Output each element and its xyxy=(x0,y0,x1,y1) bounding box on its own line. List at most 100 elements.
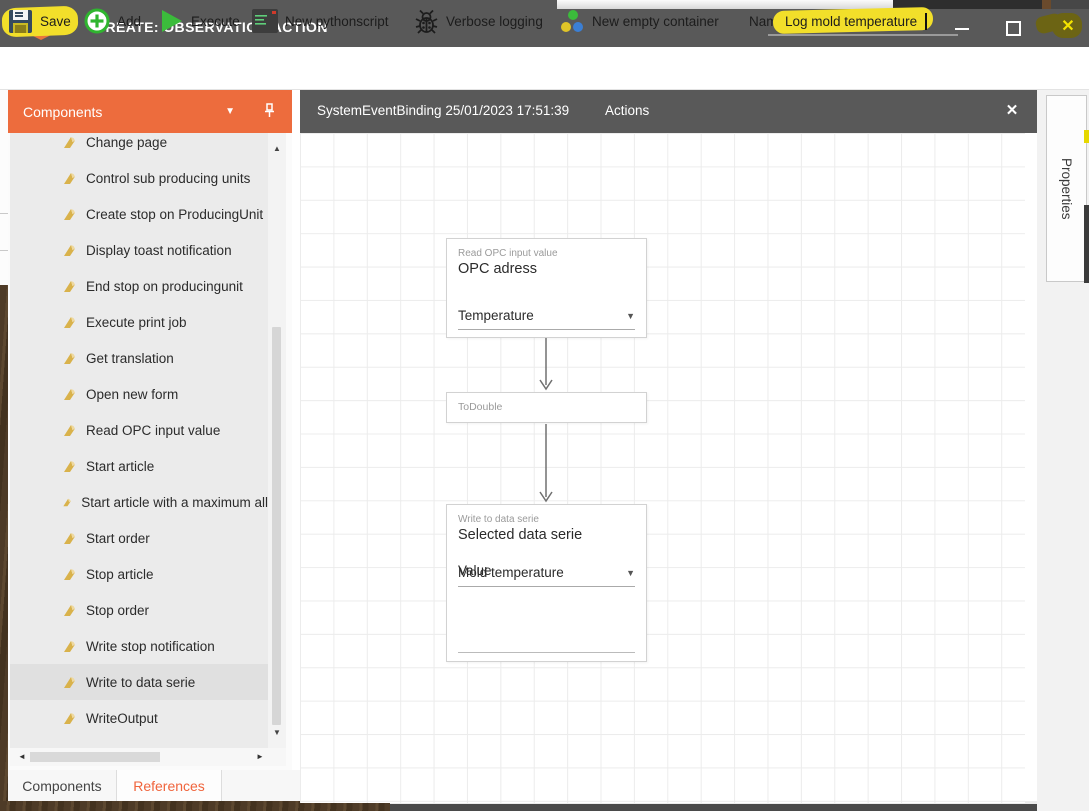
right-edge-artifact xyxy=(1084,205,1089,283)
left-edge-underlying-window xyxy=(0,90,8,285)
new-empty-container-label: New empty container xyxy=(592,14,719,29)
vertical-scrollbar[interactable]: ▲ ▼ xyxy=(268,133,286,748)
sidebar-item[interactable]: Display toast notification xyxy=(10,232,268,268)
brush-icon xyxy=(62,207,77,222)
brush-icon xyxy=(62,423,77,438)
save-icon xyxy=(8,9,33,34)
sidebar-item[interactable]: Start order xyxy=(10,520,268,556)
properties-tab-label: Properties xyxy=(1059,158,1074,220)
sidebar-item[interactable]: Open new form xyxy=(10,376,268,412)
sidebar-item[interactable]: Get translation xyxy=(10,340,268,376)
sidebar-item-label: Start order xyxy=(86,531,150,546)
maximize-button[interactable] xyxy=(1006,21,1021,36)
top-edge-window2 xyxy=(1051,0,1089,9)
brush-icon xyxy=(62,171,77,186)
node-select[interactable]: Temperature ▼ xyxy=(458,308,635,330)
sidebar-item[interactable]: Create stop on ProducingUnit xyxy=(10,196,268,232)
sidebar-item-label: Start article xyxy=(86,459,154,474)
sidebar-item[interactable]: WriteOutput xyxy=(10,700,268,736)
sidebar-item-label: End stop on producingunit xyxy=(86,279,243,294)
scroll-down-icon[interactable]: ▼ xyxy=(268,725,286,741)
brush-icon xyxy=(62,387,77,402)
sidebar-item-label: Stop order xyxy=(86,603,149,618)
brush-icon xyxy=(62,495,72,510)
save-button[interactable]: Save xyxy=(8,0,71,42)
flow-canvas[interactable]: Read OPC input value OPC adress Temperat… xyxy=(300,133,1025,803)
brush-icon xyxy=(62,639,77,654)
sidebar-item[interactable]: Read OPC input value xyxy=(10,412,268,448)
horizontal-scrollbar[interactable]: ◄ ► xyxy=(10,748,286,766)
sidebar-item[interactable]: Control sub producing units xyxy=(10,160,268,196)
node-select[interactable]: Mold temperature ▼ xyxy=(458,565,635,587)
minimize-button[interactable] xyxy=(955,28,969,30)
close-tab-icon[interactable]: ✕ xyxy=(1002,101,1022,121)
brush-icon xyxy=(62,675,77,690)
left-edge-divider xyxy=(0,213,8,214)
vertical-scrollbar-thumb[interactable] xyxy=(272,327,281,725)
horizontal-scrollbar-thumb[interactable] xyxy=(30,752,160,762)
close-button[interactable]: ✕ xyxy=(1058,17,1078,37)
brush-icon xyxy=(62,351,77,366)
terminal-icon xyxy=(252,9,278,33)
taskbar-edge xyxy=(390,804,1089,811)
desktop-background xyxy=(0,285,8,811)
name-input-value: Log mold temperature xyxy=(785,14,917,29)
scroll-left-icon[interactable]: ◄ xyxy=(14,748,30,766)
tab-properties[interactable]: Properties xyxy=(1046,95,1087,282)
scroll-right-icon[interactable]: ► xyxy=(252,748,268,766)
sidebar-item[interactable]: Stop order xyxy=(10,592,268,628)
verbose-logging-button[interactable]: Verbose logging xyxy=(414,0,543,42)
sidebar-item[interactable]: End stop on producingunit xyxy=(10,268,268,304)
tab-actions[interactable]: Actions xyxy=(605,103,649,118)
new-pythonscript-button[interactable]: New pythonscript xyxy=(252,0,389,42)
node-caption: ToDouble xyxy=(458,401,646,413)
node-caption: Read OPC input value xyxy=(458,248,646,259)
pin-icon[interactable] xyxy=(263,103,276,121)
editor-tab-bar: SystemEventBinding 25/01/2023 17:51:39 A… xyxy=(300,90,1037,133)
container-dots-icon xyxy=(558,8,585,34)
value-input[interactable] xyxy=(458,632,635,653)
brush-icon xyxy=(62,279,77,294)
play-icon xyxy=(158,8,184,34)
node-todouble[interactable]: ToDouble xyxy=(446,392,647,423)
brush-icon xyxy=(62,711,77,726)
add-button[interactable]: Add xyxy=(84,0,141,42)
sidebar-item[interactable]: Write stop notification xyxy=(10,628,268,664)
sidebar-item[interactable]: Change page xyxy=(10,133,268,160)
brush-icon xyxy=(62,531,77,546)
chevron-down-icon: ▼ xyxy=(626,311,635,321)
execute-button[interactable]: Execute xyxy=(158,0,240,42)
sidebar-item-label: Get translation xyxy=(86,351,174,366)
sidebar-item-label: Change page xyxy=(86,135,167,150)
left-edge-divider xyxy=(0,250,8,251)
brush-icon xyxy=(62,243,77,258)
components-panel-header[interactable]: Components ▼ xyxy=(8,90,292,133)
scroll-up-icon[interactable]: ▲ xyxy=(268,141,286,157)
top-edge-desktop xyxy=(1042,0,1051,9)
chevron-down-icon[interactable]: ▼ xyxy=(225,106,235,117)
sidebar-item-label: Stop article xyxy=(86,567,154,582)
panel-bottom-tabs: Components References xyxy=(8,770,300,801)
add-label: Add xyxy=(117,14,141,29)
name-input[interactable]: Log mold temperature xyxy=(785,0,927,42)
tab-systemeventbinding[interactable]: SystemEventBinding 25/01/2023 17:51:39 xyxy=(317,103,569,118)
brush-icon xyxy=(62,135,77,150)
sidebar-item-label: Open new form xyxy=(86,387,178,402)
tab-references[interactable]: References xyxy=(116,770,222,801)
node-read-opc[interactable]: Read OPC input value OPC adress Temperat… xyxy=(446,238,647,338)
node-write-serie[interactable]: Write to data serie Selected data serie … xyxy=(446,504,647,662)
sidebar-item-label: Start article with a maximum all xyxy=(81,495,268,510)
sidebar-item[interactable]: Write to data serie xyxy=(10,664,268,700)
sidebar-item-label: WriteOutput xyxy=(86,711,158,726)
chevron-down-icon: ▼ xyxy=(626,568,635,578)
brush-icon xyxy=(62,459,77,474)
tab-components[interactable]: Components xyxy=(8,770,116,801)
sidebar-item[interactable]: Stop article xyxy=(10,556,268,592)
sidebar-item[interactable]: Start article xyxy=(10,448,268,484)
new-empty-container-button[interactable]: New empty container xyxy=(558,0,719,42)
sidebar-item-label: Write to data serie xyxy=(86,675,195,690)
sidebar-item[interactable]: Execute print job xyxy=(10,304,268,340)
brush-icon xyxy=(62,315,77,330)
sidebar-item[interactable]: Start article with a maximum all xyxy=(10,484,268,520)
sidebar-item-label: Read OPC input value xyxy=(86,423,220,438)
